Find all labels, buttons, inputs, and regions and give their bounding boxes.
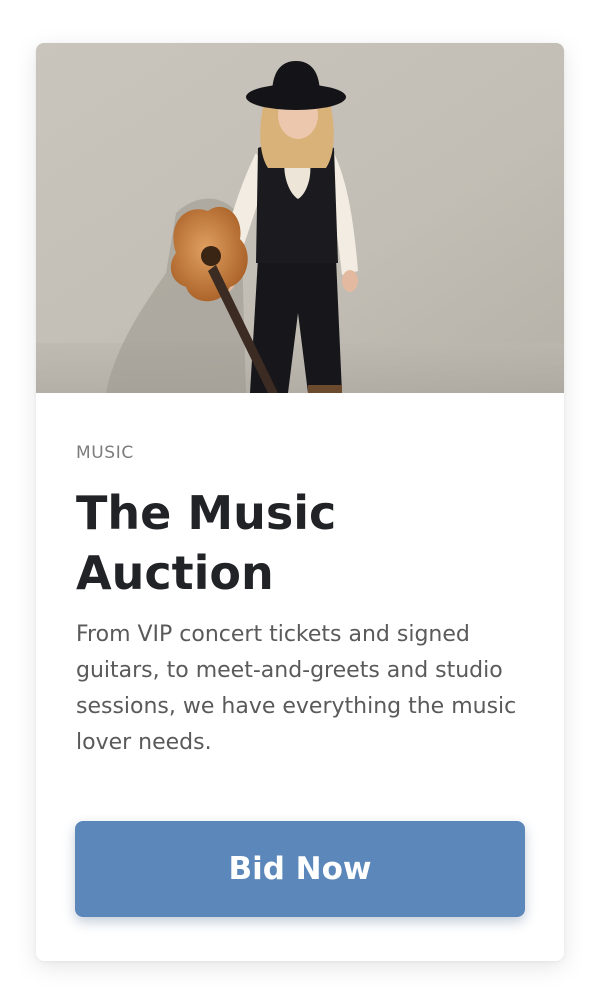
card-description: From VIP concert tickets and signed guit… xyxy=(76,622,517,755)
bid-now-button[interactable]: Bid Now xyxy=(75,821,525,917)
category-label: MUSIC xyxy=(76,443,134,463)
guitar-soundhole xyxy=(201,246,221,266)
figure-right-hand xyxy=(342,270,358,292)
card-title: The Music Auction xyxy=(76,486,337,600)
auction-card: MUSIC The Music Auction From VIP concert… xyxy=(36,43,564,961)
hero-image xyxy=(36,43,564,393)
figure-boot xyxy=(308,385,342,393)
